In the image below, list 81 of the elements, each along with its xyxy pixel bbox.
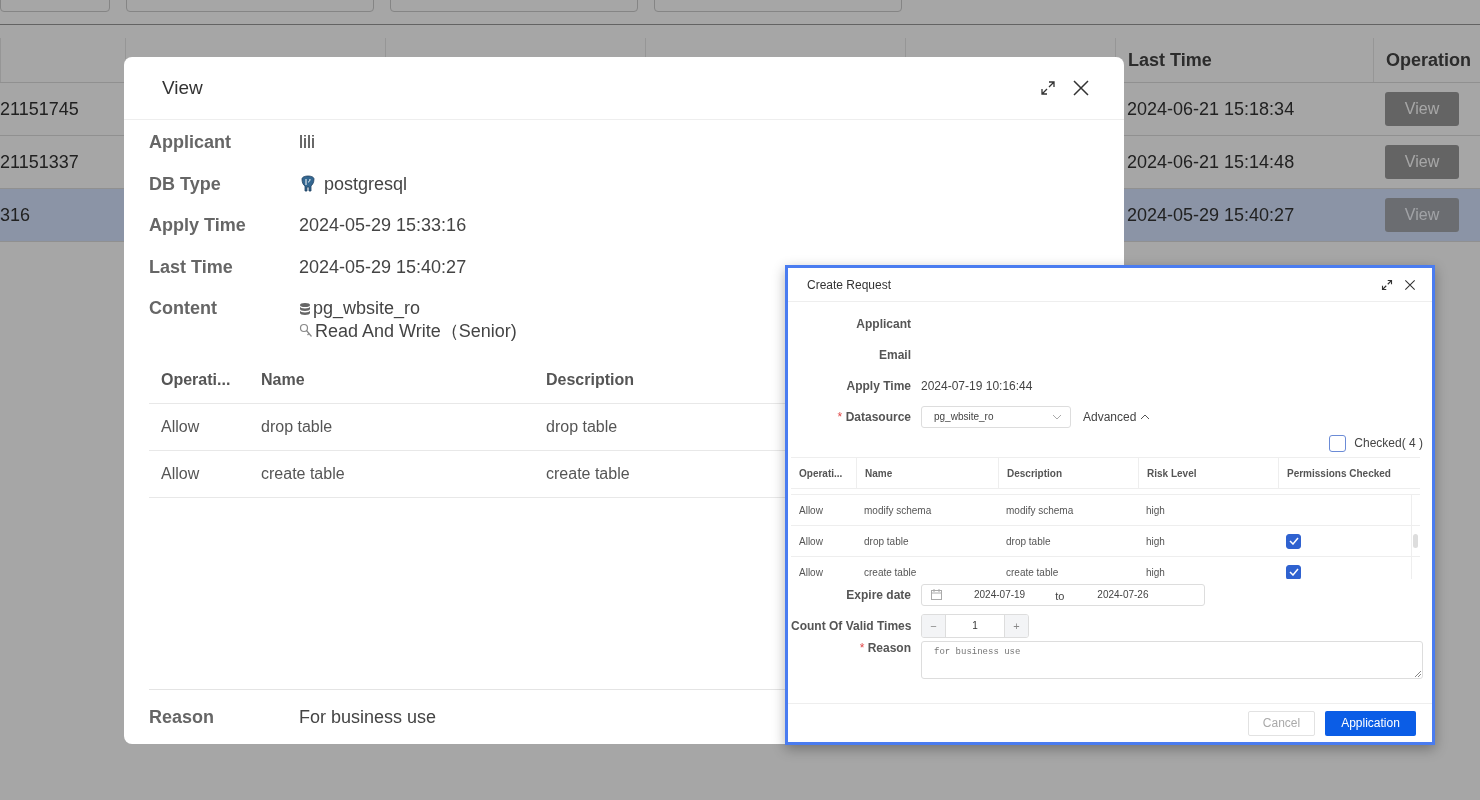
table-cell-text: high [1145,503,1166,518]
table-cell-text: create table [1005,565,1060,579]
elephant-icon [299,175,317,193]
field-value: postgresql [324,173,408,195]
advanced-toggle[interactable]: Advanced [1081,409,1151,424]
checkbox-label: Checked( 4 ) [1354,436,1423,450]
resize-handle-icon[interactable] [1415,671,1421,677]
field-label: Expire date [845,587,911,602]
checkbox[interactable] [1286,533,1301,549]
required-mark: * [859,641,865,655]
field-label: Datasource [845,409,911,424]
field-label: Applicant [855,316,911,331]
date-range-field[interactable]: 2024-07-19 to 2024-07-26 [921,583,1205,606]
column-header: Operation [1373,38,1480,82]
table-cell-text: create table [261,465,346,483]
table-cell-text: Allow [160,418,201,436]
column-header: Operati... [798,466,844,481]
field-label: Reason [149,706,216,728]
checkbox[interactable] [1329,434,1347,452]
calendar-icon [931,589,942,600]
table-cell-text: drop table [261,418,334,436]
field-label: Apply Time [149,215,247,236]
table-cell-text: Allow [798,565,824,579]
close-icon[interactable] [1404,278,1416,291]
database-icon [299,301,311,316]
table-cell-text: high [1145,565,1166,579]
table-cell-text: modify schema [863,503,933,518]
dialog-title: View [162,77,204,99]
table-cell-text: modify schema [1005,503,1075,518]
table-cell: 2024-05-29 15:40:27 [1127,204,1295,226]
field-label: Content [149,298,218,319]
chevron-down-icon [1052,413,1062,420]
dialog-title: Create Request [807,277,893,292]
column-header: Operati... [160,371,232,389]
increment-button[interactable]: + [1005,614,1028,637]
permission-level: Read And Write（Senior) [315,320,517,343]
table-cell-text: Allow [798,503,824,518]
table-cell-text: drop table [863,534,910,549]
field-value: 2024-05-29 15:33:16 [299,215,467,236]
field-label: Apply Time [845,378,911,393]
field-label: Applicant [149,132,232,153]
decrement-button[interactable]: − [922,614,945,637]
scrollbar-thumb[interactable] [1413,534,1418,548]
datasource-select[interactable]: pg_wbsite_ro [921,405,1071,428]
field-label: DB Type [149,173,222,195]
table-cell-text: high [1145,534,1166,549]
key-icon [299,323,313,339]
column-header: Permissions Checked [1278,458,1416,488]
field-label: Reason [867,641,911,655]
field-value: lili [299,132,315,153]
expand-icon[interactable] [1381,278,1393,291]
submit-button[interactable]: Application [1325,710,1416,736]
column-header: Description [546,371,635,389]
field-label: Last Time [149,256,234,278]
checkbox[interactable] [1286,564,1301,579]
field-value: 2024-05-29 15:40:27 [299,256,467,278]
table-cell-text: create table [863,565,918,579]
table-cell-text: drop table [546,418,619,436]
table-cell: 21151337 [0,151,79,173]
expand-icon[interactable] [1040,80,1056,96]
column-header: Name [261,371,306,389]
field-label: Count Of Valid Times [791,618,911,633]
datasource-name: pg_wbsite_ro [313,298,421,319]
field-value: 2024-07-19 10:16:44 [921,378,1033,393]
table-cell-text: Allow [798,534,824,549]
table-cell-text: create table [546,465,631,483]
field-value: For business use [299,706,437,728]
reason-textarea[interactable]: for business use [921,641,1423,679]
field-label: Email [878,347,911,362]
column-header: Description [998,458,1138,488]
table-cell-text: Allow [160,465,201,483]
column-header: Name [856,458,998,488]
column-header: Risk Level [1138,458,1278,488]
table-cell: 21151745 [0,98,79,120]
required-mark: * [837,409,843,424]
close-icon[interactable] [1072,79,1090,97]
table-cell-text: drop table [1005,534,1052,549]
table-cell: 2024-06-21 15:14:48 [1127,151,1295,173]
table-cell: 2024-06-21 15:18:34 [1127,98,1295,120]
table-cell: 316 [0,204,31,226]
chevron-up-icon [1140,413,1151,420]
